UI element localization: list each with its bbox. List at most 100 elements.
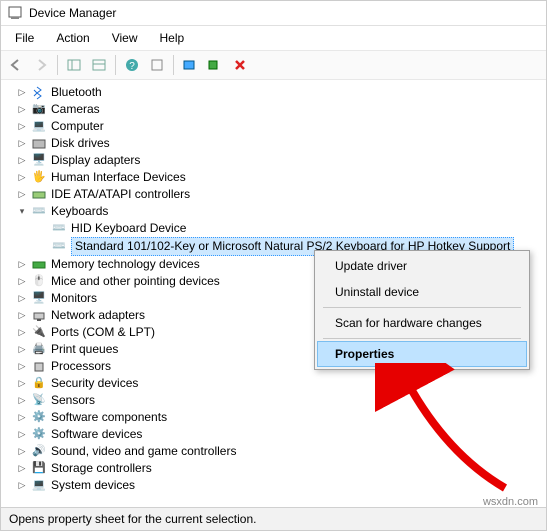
chevron-right-icon[interactable]: ▷ [17, 277, 27, 287]
menu-view[interactable]: View [102, 28, 148, 48]
chevron-right-icon[interactable]: ▷ [17, 362, 27, 372]
tree-label: Computer [51, 118, 104, 135]
display-icon: 🖥️ [31, 153, 47, 169]
tree-item-sound[interactable]: ▷ 🔊 Sound, video and game controllers [13, 443, 546, 460]
status-bar: Opens property sheet for the current sel… [1, 507, 546, 530]
keyboard-icon: ⌨️ [31, 204, 47, 220]
chevron-down-icon[interactable]: ▾ [17, 207, 27, 217]
toolbar-separator [173, 55, 174, 75]
chevron-right-icon[interactable]: ▷ [17, 173, 27, 183]
tree-item-ide[interactable]: ▷ IDE ATA/ATAPI controllers [13, 186, 546, 203]
chevron-right-icon[interactable]: ▷ [17, 311, 27, 321]
tree-label: IDE ATA/ATAPI controllers [51, 186, 190, 203]
tree-item-keyboards[interactable]: ▾ ⌨️ Keyboards [13, 203, 546, 220]
tree-label: Storage controllers [51, 460, 152, 477]
chevron-right-icon[interactable]: ▷ [17, 156, 27, 166]
tree-label: Processors [51, 358, 111, 375]
chevron-right-icon[interactable]: ▷ [17, 481, 27, 491]
tree-label: Keyboards [51, 203, 108, 220]
chevron-right-icon[interactable]: ▷ [17, 122, 27, 132]
chevron-right-icon[interactable]: ▷ [17, 190, 27, 200]
cm-properties[interactable]: Properties [317, 341, 527, 367]
tree-label: Print queues [51, 341, 118, 358]
window-title: Device Manager [29, 6, 116, 20]
camera-icon: 📷 [31, 102, 47, 118]
tree-item-display[interactable]: ▷ 🖥️ Display adapters [13, 152, 546, 169]
app-icon [7, 5, 23, 21]
tree-label: Mice and other pointing devices [51, 273, 220, 290]
disk-icon [31, 136, 47, 152]
tree-item-cameras[interactable]: ▷ 📷 Cameras [13, 101, 546, 118]
chevron-right-icon[interactable]: ▷ [17, 345, 27, 355]
tree-item-disk[interactable]: ▷ Disk drives [13, 135, 546, 152]
tree-item-sensors[interactable]: ▷ 📡 Sensors [13, 392, 546, 409]
status-text: Opens property sheet for the current sel… [9, 512, 256, 526]
spacer [37, 224, 47, 234]
tree-label: Security devices [51, 375, 138, 392]
tree-item-computer[interactable]: ▷ 💻 Computer [13, 118, 546, 135]
title-bar: Device Manager [1, 1, 546, 26]
bluetooth-icon [31, 85, 47, 101]
chevron-right-icon[interactable]: ▷ [17, 260, 27, 270]
back-button[interactable] [5, 54, 27, 76]
sound-icon: 🔊 [31, 444, 47, 460]
ports-icon: 🔌 [31, 325, 47, 341]
chevron-right-icon[interactable]: ▷ [17, 139, 27, 149]
menu-file[interactable]: File [5, 28, 44, 48]
help-icon[interactable]: ? [121, 54, 143, 76]
toolbar: ? [1, 50, 546, 80]
tree-label: Bluetooth [51, 84, 102, 101]
chevron-right-icon[interactable]: ▷ [17, 447, 27, 457]
tree-label: Network adapters [51, 307, 145, 324]
chevron-right-icon[interactable]: ▷ [17, 379, 27, 389]
tree-item-system[interactable]: ▷ 💻 System devices [13, 477, 546, 494]
security-icon: 🔒 [31, 376, 47, 392]
chevron-right-icon[interactable]: ▷ [17, 294, 27, 304]
tree-item-hid[interactable]: ▷ 🖐️ Human Interface Devices [13, 169, 546, 186]
chevron-right-icon[interactable]: ▷ [17, 88, 27, 98]
tree-item-softdev[interactable]: ▷ ⚙️ Software devices [13, 426, 546, 443]
tree-item-security[interactable]: ▷ 🔒 Security devices [13, 375, 546, 392]
context-menu-separator [323, 307, 521, 308]
context-menu-separator [323, 338, 521, 339]
mouse-icon: 🖱️ [31, 274, 47, 290]
tree-item-storage[interactable]: ▷ 💾 Storage controllers [13, 460, 546, 477]
menu-bar: File Action View Help [1, 26, 546, 50]
add-legacy-icon[interactable] [204, 54, 226, 76]
tree-item-bluetooth[interactable]: ▷ Bluetooth [13, 84, 546, 101]
chevron-right-icon[interactable]: ▷ [17, 430, 27, 440]
uninstall-icon[interactable] [229, 54, 251, 76]
tree-label: Memory technology devices [51, 256, 200, 273]
tree-label: Software devices [51, 426, 142, 443]
toolbar-separator [115, 55, 116, 75]
scan-hardware-icon[interactable] [179, 54, 201, 76]
monitor-icon: 🖥️ [31, 291, 47, 307]
chevron-right-icon[interactable]: ▷ [17, 464, 27, 474]
spacer [37, 242, 47, 252]
menu-help[interactable]: Help [150, 28, 195, 48]
keyboard-icon: ⌨️ [51, 221, 67, 237]
computer-icon: 💻 [31, 119, 47, 135]
chevron-right-icon[interactable]: ▷ [17, 105, 27, 115]
system-icon: 💻 [31, 478, 47, 494]
cm-scan-hardware[interactable]: Scan for hardware changes [317, 310, 527, 336]
tree-label: Disk drives [51, 135, 110, 152]
network-icon [31, 308, 47, 324]
cm-update-driver[interactable]: Update driver [317, 253, 527, 279]
forward-button[interactable] [30, 54, 52, 76]
tree-label: System devices [51, 477, 135, 494]
show-hide-console-icon[interactable] [63, 54, 85, 76]
chevron-right-icon[interactable]: ▷ [17, 396, 27, 406]
context-menu: Update driver Uninstall device Scan for … [314, 250, 530, 370]
tree-item-softcomp[interactable]: ▷ ⚙️ Software components [13, 409, 546, 426]
sensor-icon: 📡 [31, 393, 47, 409]
menu-action[interactable]: Action [46, 28, 99, 48]
toolbar-icon[interactable] [146, 54, 168, 76]
cm-uninstall-device[interactable]: Uninstall device [317, 279, 527, 305]
tree-label: Software components [51, 409, 167, 426]
chevron-right-icon[interactable]: ▷ [17, 328, 27, 338]
chevron-right-icon[interactable]: ▷ [17, 413, 27, 423]
tree-label: Sound, video and game controllers [51, 443, 236, 460]
tree-item-hid-keyboard[interactable]: ⌨️ HID Keyboard Device [33, 220, 546, 237]
properties-icon[interactable] [88, 54, 110, 76]
